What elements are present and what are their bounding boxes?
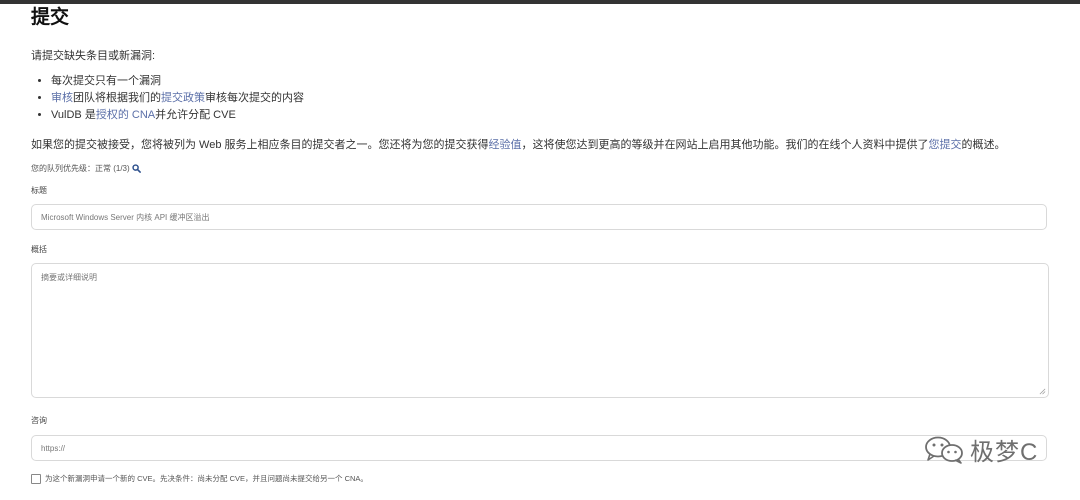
- authorized-cna-link[interactable]: 授权的 CNA: [96, 109, 155, 121]
- rules-list: 每次提交只有一个漏洞 审核团队将根据我们的提交政策审核每次提交的内容 VulDB…: [31, 73, 1051, 124]
- rule-item: 审核团队将根据我们的提交政策审核每次提交的内容: [51, 90, 1051, 107]
- experience-link[interactable]: 经验值: [489, 139, 522, 151]
- cve-request-row: 为这个新漏洞申请一个新的 CVE。先决条件：尚未分配 CVE，并且问题尚未提交给…: [31, 473, 1051, 484]
- intro-text: 请提交缺失条目或新漏洞:: [31, 50, 156, 62]
- your-submissions-link[interactable]: 您提交: [929, 139, 962, 151]
- title-label: 标题: [31, 186, 47, 195]
- reference-label: 咨询: [31, 416, 47, 425]
- watermark-text: 极梦C: [970, 439, 1039, 466]
- queue-priority: 您的队列优先级：正常 (1/3): [31, 163, 1051, 174]
- title-input[interactable]: Microsoft Windows Server 内核 API 缓冲区溢出: [31, 204, 1047, 230]
- acceptance-text: 如果您的提交被接受，您将被列为 Web 服务上相应条目的提交者之一。您还将为您的…: [31, 136, 1051, 152]
- wechat-icon: [924, 436, 964, 464]
- rule-text: 并允许分配 CVE: [155, 109, 236, 121]
- submission-policy-link[interactable]: 提交政策: [161, 92, 205, 104]
- cve-request-label: 为这个新漏洞申请一个新的 CVE。先决条件：尚未分配 CVE，并且问题尚未提交给…: [45, 474, 368, 483]
- top-bar: [0, 0, 1080, 4]
- rule-item: VulDB 是授权的 CNA并允许分配 CVE: [51, 107, 1051, 124]
- reference-placeholder: https://: [41, 443, 66, 453]
- page-title: 提交: [31, 7, 70, 28]
- resize-grip-icon[interactable]: [1039, 388, 1046, 395]
- submission-page: 提交 请提交缺失条目或新漏洞: 每次提交只有一个漏洞 审核团队将根据我们的提交政…: [31, 6, 1051, 484]
- review-link[interactable]: 审核: [51, 92, 73, 104]
- reference-input[interactable]: https://: [31, 435, 1047, 461]
- rule-text: 团队将根据我们的: [73, 92, 161, 104]
- summary-textarea[interactable]: 摘要或详细说明: [31, 263, 1049, 398]
- title-input-value: Microsoft Windows Server 内核 API 缓冲区溢出: [41, 212, 210, 222]
- rule-text: 审核每次提交的内容: [205, 92, 304, 104]
- queue-priority-text: 您的队列优先级：正常 (1/3): [31, 164, 130, 173]
- rule-text: VulDB 是: [51, 109, 96, 121]
- acceptance-text-part: ，这将使您达到更高的等级并在网站上启用其他功能。我们的在线个人资料中提供了: [521, 139, 929, 151]
- cve-request-checkbox[interactable]: [31, 473, 41, 484]
- magnifier-icon[interactable]: [132, 164, 141, 173]
- rule-text: 每次提交只有一个漏洞: [51, 75, 161, 87]
- summary-label: 概括: [31, 245, 47, 254]
- acceptance-text-part: 的概述。: [961, 139, 1006, 151]
- acceptance-text-part: 如果您的提交被接受，您将被列为 Web 服务上相应条目的提交者之一。您还将为您的…: [31, 139, 489, 151]
- summary-placeholder: 摘要或详细说明: [41, 273, 97, 282]
- rule-item: 每次提交只有一个漏洞: [51, 73, 1051, 90]
- watermark: 极梦C: [924, 432, 1038, 467]
